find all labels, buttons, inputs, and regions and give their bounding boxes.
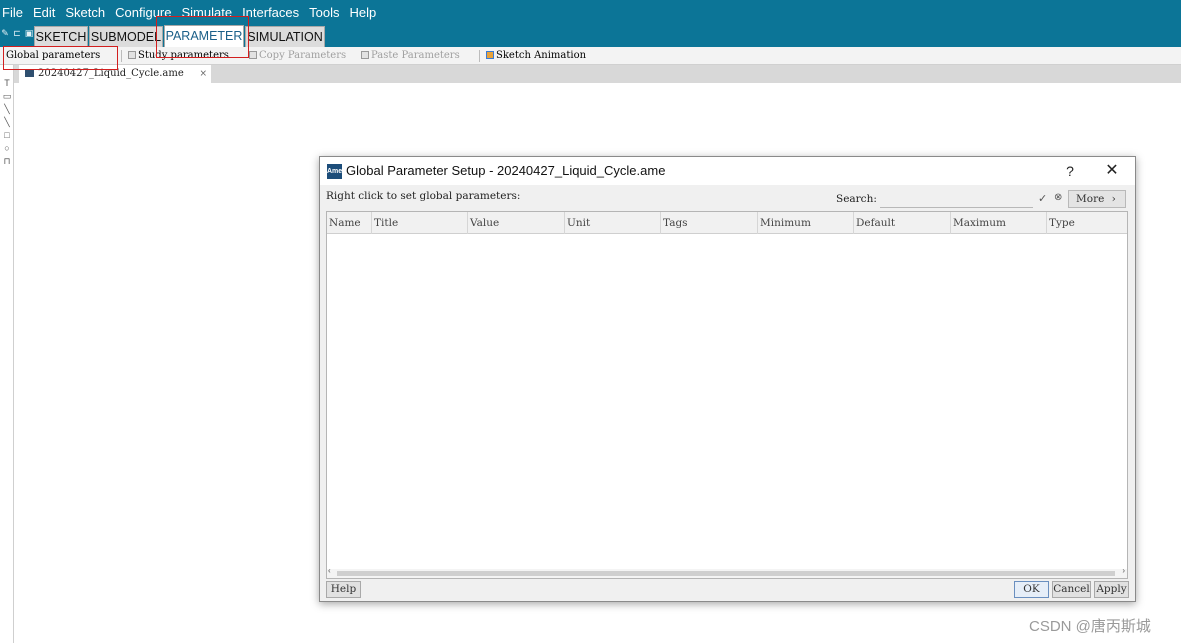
scroll-left-icon[interactable]: ‹	[328, 566, 331, 575]
more-button[interactable]: More ›	[1068, 190, 1126, 208]
menu-edit[interactable]: Edit	[28, 0, 60, 24]
image-tool-icon[interactable]: ▭	[0, 90, 14, 103]
more-button-label: More	[1076, 193, 1105, 205]
polyline-tool-icon[interactable]: ⊓	[0, 155, 14, 168]
column-header-tags[interactable]: Tags	[661, 212, 758, 234]
document-tab-bar: 20240427_Liquid_Cycle.ame ×	[14, 65, 1181, 83]
close-icon[interactable]: ✕	[1100, 157, 1124, 185]
table-header: Name Title Value Unit Tags Minimum Defau…	[327, 212, 1127, 234]
rectangle-tool-icon[interactable]: □	[0, 129, 14, 142]
scroll-right-icon[interactable]: ›	[1122, 566, 1125, 575]
highlight-box-global-parameters	[3, 46, 118, 70]
column-header-default[interactable]: Default	[854, 212, 951, 234]
check-icon[interactable]: ✓	[1038, 192, 1047, 205]
highlight-box-parameter-tab	[156, 16, 249, 58]
save-icon[interactable]: ▣	[24, 28, 34, 39]
tab-simulation[interactable]: SIMULATION	[245, 26, 325, 47]
tab-sketch[interactable]: SKETCH	[34, 26, 88, 47]
open-folder-icon[interactable]: ⊏	[12, 28, 22, 39]
toolbar-divider	[479, 50, 480, 62]
column-header-name[interactable]: Name	[327, 212, 372, 234]
scrollbar-thumb[interactable]	[337, 571, 1115, 576]
dialog-title-bar: Ame Global Parameter Setup - 20240427_Li…	[320, 157, 1135, 185]
apply-button[interactable]: Apply	[1094, 581, 1129, 598]
copy-parameters-label: Copy Parameters	[259, 50, 347, 61]
paste-parameters-label: Paste Parameters	[371, 50, 460, 61]
search-input[interactable]	[880, 193, 1033, 208]
toolbar-divider	[121, 50, 122, 62]
watermark: CSDN @唐丙斯城	[1029, 618, 1151, 635]
menu-help[interactable]: Help	[345, 0, 382, 24]
dialog-hint: Right click to set global parameters:	[326, 190, 521, 202]
text-tool-icon[interactable]: T	[0, 77, 14, 90]
close-tab-icon[interactable]: ×	[199, 65, 207, 83]
ame-file-icon	[25, 69, 34, 77]
cancel-button[interactable]: Cancel	[1052, 581, 1091, 598]
tab-submodel[interactable]: SUBMODEL	[89, 26, 163, 47]
global-parameter-setup-dialog: Ame Global Parameter Setup - 20240427_Li…	[319, 156, 1136, 602]
ellipse-tool-icon[interactable]: ○	[0, 142, 14, 155]
menu-file[interactable]: File	[0, 0, 28, 24]
menu-sketch[interactable]: Sketch	[60, 0, 110, 24]
column-header-maximum[interactable]: Maximum	[951, 212, 1047, 234]
quick-access-toolbar: ✎ ⊏ ▣	[0, 28, 34, 39]
arrow-tool-icon[interactable]: ╲	[0, 116, 14, 129]
line-tool-icon[interactable]: ╲	[0, 103, 14, 116]
horizontal-scrollbar[interactable]: ‹ ›	[327, 566, 1127, 578]
left-tool-strip: T ▭ ╲ ╲ □ ○ ⊓	[0, 65, 14, 643]
help-icon[interactable]: ?	[1060, 157, 1080, 185]
column-header-unit[interactable]: Unit	[565, 212, 661, 234]
search-label: Search:	[836, 193, 877, 205]
ok-button[interactable]: OK	[1014, 581, 1049, 598]
study-parameters-icon	[128, 51, 136, 59]
dialog-title: Global Parameter Setup - 20240427_Liquid…	[346, 163, 666, 178]
column-header-minimum[interactable]: Minimum	[758, 212, 854, 234]
sketch-animation-label: Sketch Animation	[496, 50, 587, 61]
copy-icon	[249, 51, 257, 59]
sketch-animation-button[interactable]: Sketch Animation	[486, 49, 586, 63]
copy-parameters-button[interactable]: Copy Parameters	[249, 49, 346, 63]
clear-search-icon[interactable]: ⊗	[1054, 192, 1062, 203]
paste-icon	[361, 51, 369, 59]
column-header-type[interactable]: Type	[1047, 212, 1127, 234]
menu-tools[interactable]: Tools	[304, 0, 344, 24]
column-header-title[interactable]: Title	[372, 212, 468, 234]
column-header-value[interactable]: Value	[468, 212, 565, 234]
new-file-icon[interactable]: ✎	[0, 28, 10, 39]
paste-parameters-button[interactable]: Paste Parameters	[361, 49, 460, 63]
help-button[interactable]: Help	[326, 581, 361, 598]
chevron-right-icon: ›	[1111, 193, 1116, 205]
amesim-app-icon: Ame	[327, 164, 342, 179]
sketch-animation-icon	[486, 51, 494, 59]
parameter-table[interactable]: Name Title Value Unit Tags Minimum Defau…	[326, 211, 1128, 579]
